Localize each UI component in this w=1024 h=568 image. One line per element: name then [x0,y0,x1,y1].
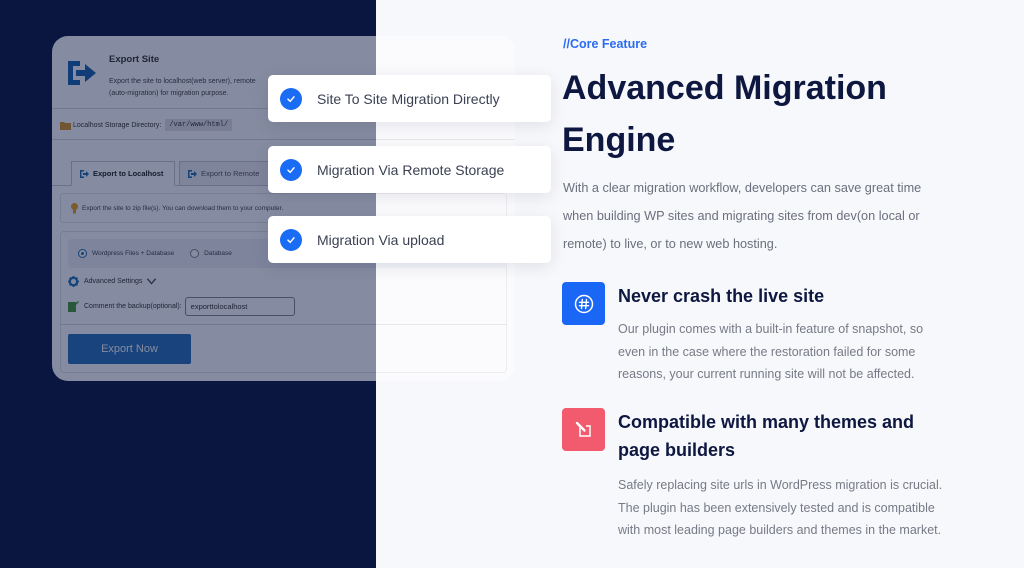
advanced-settings-toggle[interactable]: Advanced Settings [68,276,162,287]
tab-export-to-localhost[interactable]: Export to Localhost [71,161,175,186]
feature-description: Our plugin comes with a built-in feature… [618,318,923,386]
export-now-button[interactable]: Export Now [68,334,191,364]
description-line: remote) to live, or to new web hosting. [563,237,778,251]
feature-description: Safely replacing site urls in WordPress … [618,474,942,542]
export-icon [188,169,197,178]
card-description-line: (auto-migration) for migration purpose. [109,90,229,97]
storage-directory-row: Localhost Storage Directory: /var/www/ht… [60,118,233,132]
radio-database[interactable]: Database [190,249,232,258]
feature-title: Compatible with many themes and page bui… [618,408,914,464]
card-title: Export Site [109,54,160,65]
divider [60,324,507,325]
lightbulb-icon [71,202,78,213]
feature-description-line: even in the case where the restoration f… [618,344,916,359]
badge-remote-storage: Migration Via Remote Storage [268,146,551,193]
section-eyebrow: //Core Feature [563,37,648,51]
feature-description-line: The plugin has been extensively tested a… [618,500,935,515]
tab-label: Export to Localhost [93,169,164,178]
feature-title: Never crash the live site [618,282,824,310]
feature-title-line: Compatible with many themes and [618,412,915,432]
gear-icon [68,276,79,287]
feature-description-line: Our plugin comes with a built-in feature… [618,322,924,336]
check-circle-icon [280,158,302,181]
comment-input[interactable]: exporttolocalhost [184,297,295,316]
headline-line: Advanced Migration [562,69,887,107]
feature-title-line: page builders [618,440,736,460]
section-description: With a clear migration workflow, develop… [563,174,921,258]
info-text: Export the site to zip file(s). You can … [82,204,284,212]
radio-label: Wordpress Files + Database [92,250,175,257]
advanced-settings-label: Advanced Settings [84,278,143,285]
tab-label: Export to Remote [201,169,260,178]
comment-row: Comment the backup(optional): exporttolo… [68,297,295,316]
comment-label: Comment the backup(optional): [84,303,182,310]
check-circle-icon [280,87,302,110]
description-line: With a clear migration workflow, develop… [563,181,922,195]
headline-line: Engine [562,121,676,159]
section-headline: Advanced Migration Engine [562,62,887,166]
radio-button[interactable] [190,249,200,258]
export-icon [80,169,89,178]
radio-label: Database [204,250,232,257]
badge-upload: Migration Via upload [268,216,551,263]
storage-label: Localhost Storage Directory: [73,121,162,129]
storage-path: /var/www/html/ [165,119,233,131]
description-line: when building WP sites and migrating sit… [563,209,920,223]
badge-label: Migration Via Remote Storage [317,161,505,178]
feature-description-line: with most leading page builders and them… [618,523,942,537]
badge-label: Migration Via upload [317,231,445,248]
chevron-down-icon [147,278,157,285]
card-description-line: Export the site to localhost(web server)… [109,78,256,85]
feature-title-line: Never crash the live site [618,286,825,306]
feature-description-line: Safely replacing site urls in WordPress … [618,478,943,492]
check-circle-icon [280,228,302,251]
badge-label: Site To Site Migration Directly [317,90,500,107]
feature-description-line: reasons, your current running site will … [618,367,915,381]
note-edit-icon [68,301,79,312]
radio-files-database[interactable]: Wordpress Files + Database [78,249,174,258]
radio-button[interactable] [78,249,87,258]
hash-circle-icon [562,282,605,325]
folder-icon [60,121,71,130]
edit-square-icon [562,408,605,451]
card-description: Export the site to localhost(web server)… [109,76,256,100]
export-site-icon [68,61,96,85]
divider [52,139,515,140]
badge-site-to-site: Site To Site Migration Directly [268,75,551,122]
